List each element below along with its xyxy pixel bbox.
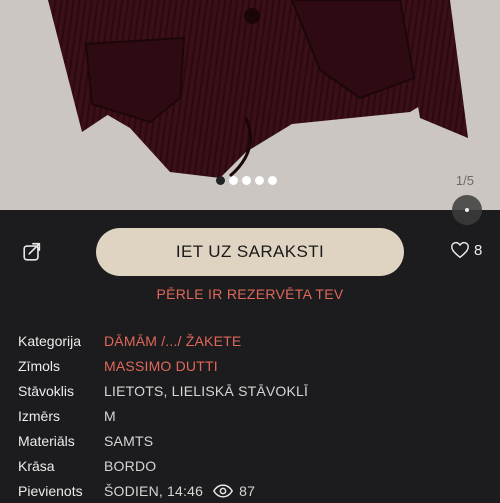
detail-label: Kategorija — [18, 332, 82, 349]
detail-row-brand: Zīmols MASSIMO DUTTI — [18, 353, 488, 378]
product-details: Kategorija DĀMĀM /.../ ŽAKETE Zīmols MAS… — [18, 328, 488, 503]
like-count: 8 — [474, 241, 483, 259]
gallery-dot[interactable] — [268, 176, 277, 185]
gallery-dot[interactable] — [242, 176, 251, 185]
detail-label: Zīmols — [18, 357, 60, 374]
added-value: ŠODIEN, 14:46 87 — [104, 483, 255, 499]
detail-row-color: Krāsa BORDO — [18, 453, 488, 478]
detail-label: Izmērs — [18, 407, 60, 424]
detail-row-size: Izmērs M — [18, 403, 488, 428]
reserved-notice: PĒRLE IR REZERVĒTA TEV — [156, 286, 344, 302]
material-value: SAMTS — [104, 432, 154, 449]
view-count: 87 — [239, 482, 256, 499]
gallery-counter: 1/5 — [455, 173, 474, 188]
dot-icon — [465, 208, 469, 212]
category-link[interactable]: DĀMĀM /.../ ŽAKETE — [104, 333, 241, 349]
share-icon — [23, 242, 41, 261]
eye-icon — [213, 483, 234, 498]
product-photo[interactable]: 1/5 — [0, 0, 500, 210]
scroll-down-button[interactable] — [452, 195, 482, 225]
detail-label: Krāsa — [18, 457, 55, 474]
gallery-pagination[interactable] — [216, 176, 277, 185]
gallery-dot[interactable] — [216, 176, 225, 185]
gallery-dot[interactable] — [255, 176, 264, 185]
detail-row-category: Kategorija DĀMĀM /.../ ŽAKETE — [18, 328, 488, 353]
condition-value: LIETOTS, LIELISKĀ STĀVOKLĪ — [104, 382, 309, 399]
detail-label: Pievienots — [18, 482, 83, 499]
brand-link[interactable]: MASSIMO DUTTI — [104, 358, 218, 374]
added-date: ŠODIEN, 14:46 — [104, 482, 204, 499]
detail-label: Stāvoklis — [18, 382, 75, 399]
detail-row-material: Materiāls SAMTS — [18, 428, 488, 453]
heart-icon — [451, 241, 469, 259]
size-value: M — [104, 407, 116, 424]
detail-label: Materiāls — [18, 432, 75, 449]
gallery-dot[interactable] — [229, 176, 238, 185]
go-to-list-button[interactable]: IET UZ SARAKSTI — [96, 228, 404, 276]
share-button[interactable] — [20, 240, 44, 264]
detail-row-added: Pievienots ŠODIEN, 14:46 87 — [18, 478, 488, 503]
like-button[interactable]: 8 — [450, 241, 482, 259]
detail-row-condition: Stāvoklis LIETOTS, LIELISKĀ STĀVOKLĪ — [18, 378, 488, 403]
color-value: BORDO — [104, 457, 157, 474]
